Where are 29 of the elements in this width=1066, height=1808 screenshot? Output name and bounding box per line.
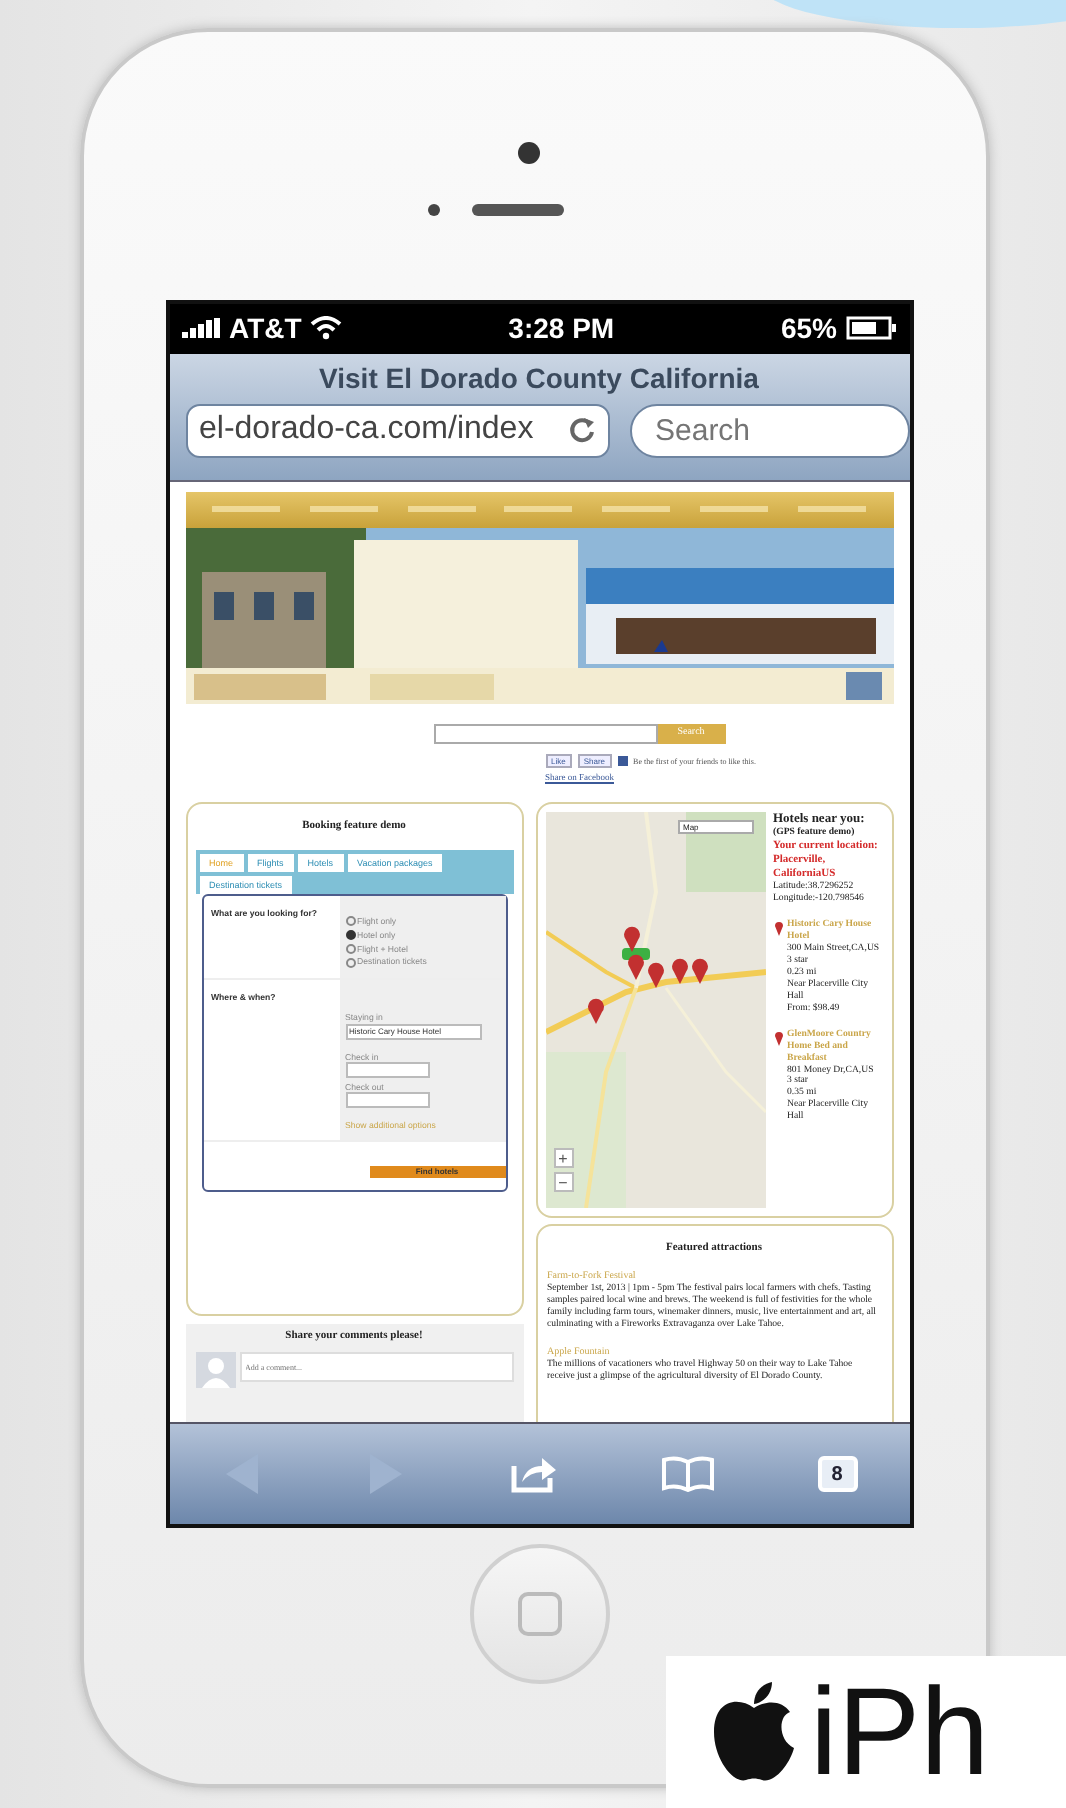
page-title: Visit El Dorado County California	[319, 361, 759, 394]
carrier-name: AT&T	[229, 312, 302, 345]
radio-button[interactable]	[345, 957, 355, 968]
facebook-icon	[617, 755, 628, 766]
avatar-icon	[195, 1351, 235, 1388]
reload-icon[interactable]	[567, 416, 595, 445]
search-input[interactable]	[433, 723, 657, 744]
search-field[interactable]: Search	[629, 403, 909, 458]
camera	[518, 142, 540, 164]
clock: 3:28 PM	[506, 312, 617, 345]
speaker-grille	[471, 204, 563, 216]
radio-button[interactable]	[345, 943, 355, 954]
address-field[interactable]: el-dorado-ca.com/index	[185, 403, 609, 458]
map-pin-icon	[773, 1029, 783, 1046]
radio-button[interactable]	[345, 916, 355, 927]
sensor	[427, 204, 439, 216]
device-label: iPh	[810, 1661, 990, 1803]
input-field[interactable]	[345, 1092, 429, 1109]
apple-logo-icon	[710, 1680, 798, 1784]
share-icon[interactable]	[509, 1454, 557, 1495]
input-field[interactable]	[345, 1062, 429, 1078]
bookmarks-icon[interactable]	[661, 1456, 713, 1493]
radio-button[interactable]	[345, 929, 355, 940]
signal-icon	[181, 318, 221, 339]
tabs-button[interactable]: 8	[817, 1456, 857, 1493]
map-pin-icon	[773, 919, 783, 936]
battery-percent: 65%	[780, 312, 837, 345]
wifi-icon	[309, 316, 342, 341]
battery-icon	[845, 316, 897, 341]
